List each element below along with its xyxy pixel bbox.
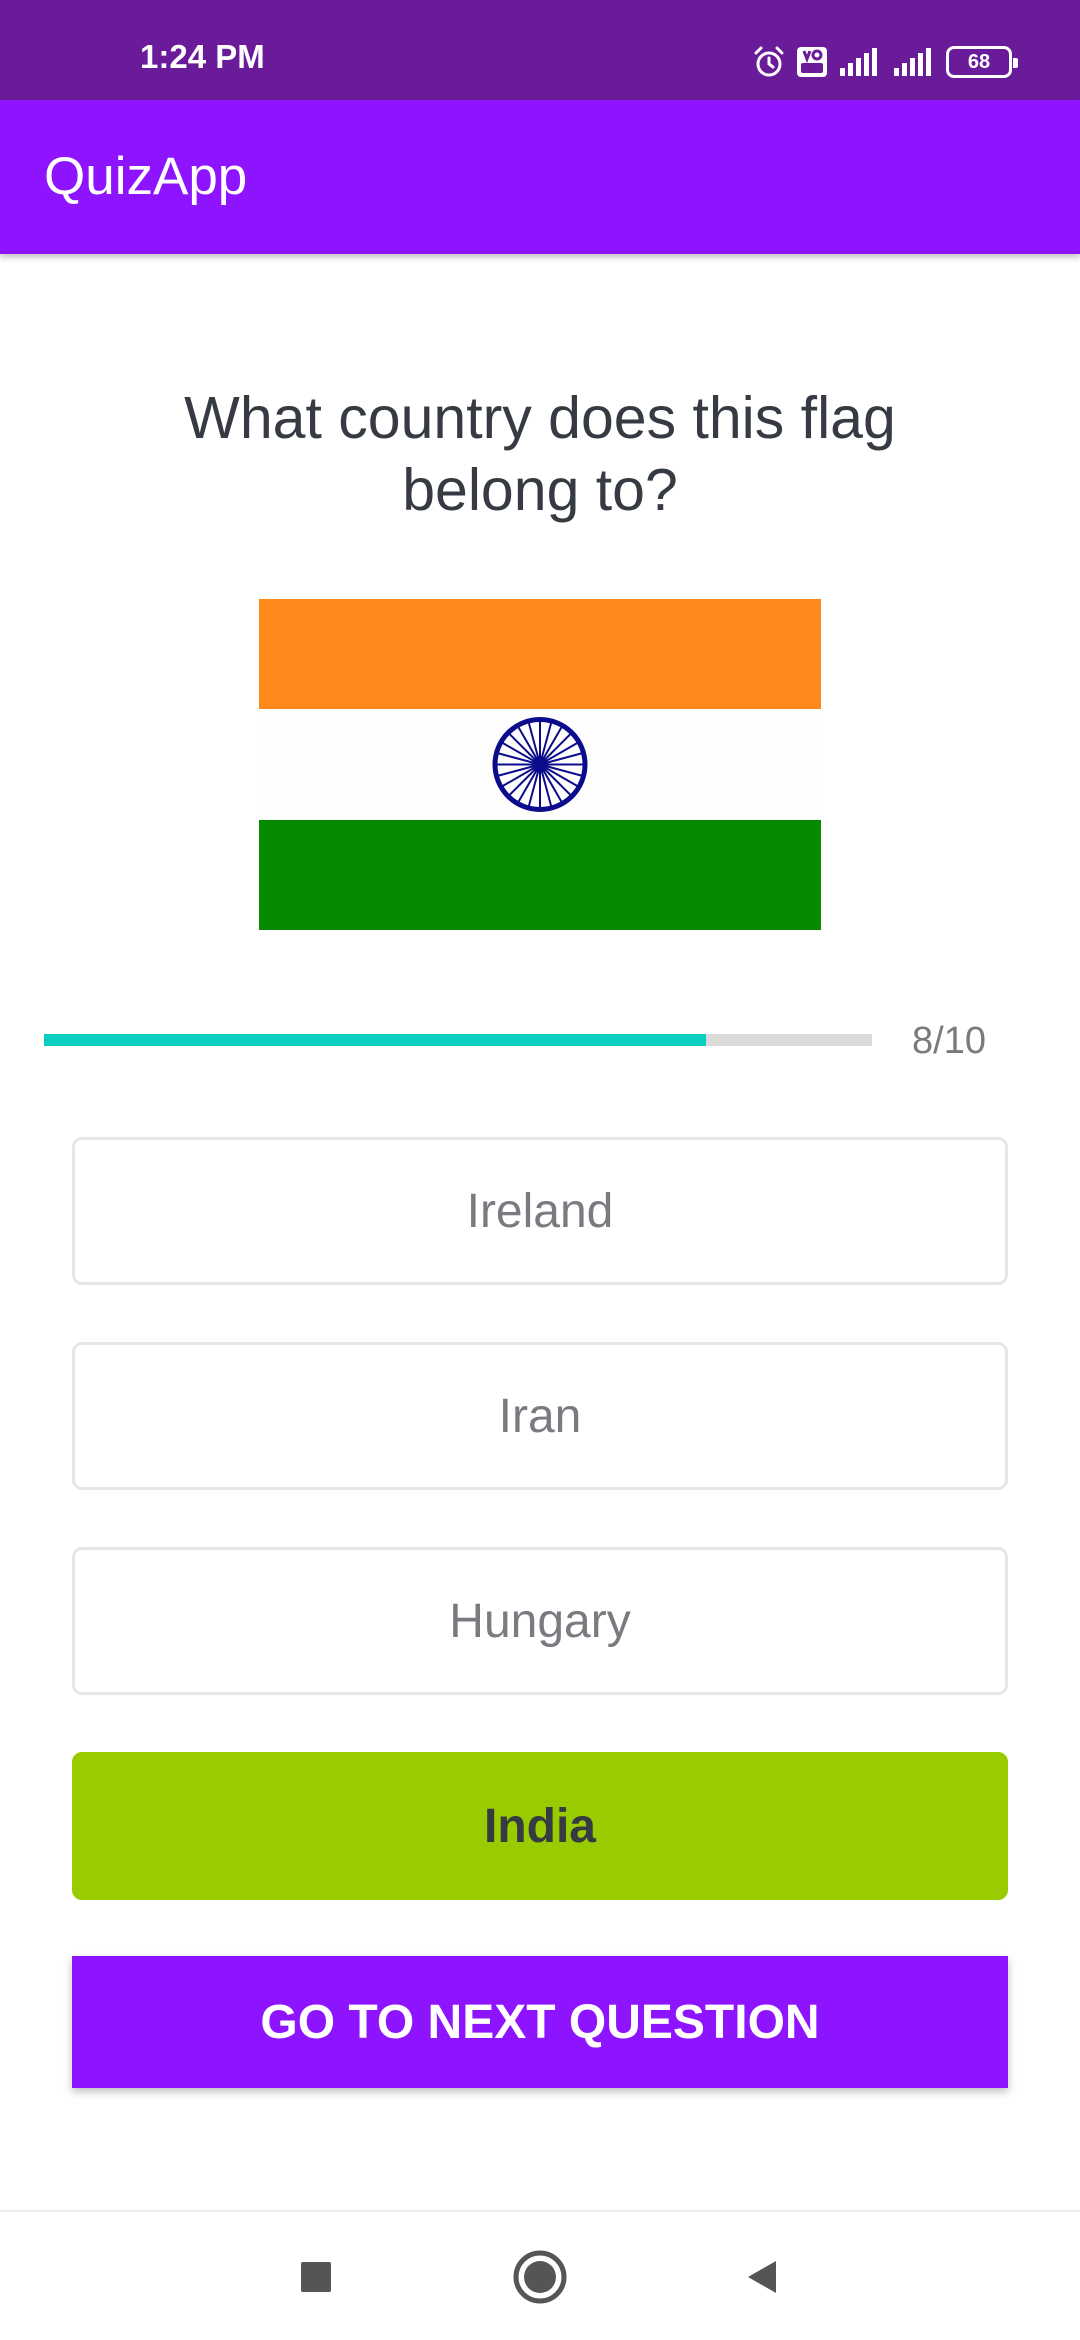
question-text: What country does this flag belong to? xyxy=(184,385,896,523)
status-icons: 68 xyxy=(752,44,1018,80)
app-title: QuizApp xyxy=(44,147,248,206)
option-2-button[interactable]: Iran xyxy=(72,1342,1008,1490)
battery-icon: 68 xyxy=(946,46,1018,78)
progress-text: 8/10 xyxy=(912,1020,986,1062)
home-button[interactable] xyxy=(480,2212,600,2340)
progress-fill xyxy=(44,1034,707,1046)
next-question-label: GO TO NEXT QUESTION xyxy=(260,1995,820,2049)
option-1-label: Ireland xyxy=(466,1184,614,1238)
option-4-button[interactable]: India xyxy=(72,1752,1008,1900)
option-3-label: Hungary xyxy=(449,1594,631,1648)
next-question-button[interactable]: GO TO NEXT QUESTION xyxy=(72,1956,1008,2088)
back-button[interactable] xyxy=(702,2212,822,2340)
india-flag-icon xyxy=(259,599,821,930)
navigation-bar xyxy=(0,2210,1080,2340)
battery-level: 68 xyxy=(967,51,991,73)
app-bar: QuizApp xyxy=(0,100,1080,254)
alarm-icon xyxy=(752,45,786,79)
option-1-button[interactable]: Ireland xyxy=(72,1137,1008,1285)
signal-icon-2 xyxy=(892,46,936,78)
home-circle-icon xyxy=(513,2250,567,2304)
flag-image xyxy=(259,599,821,930)
volte-icon xyxy=(796,46,828,78)
progress-bar xyxy=(44,1034,872,1046)
option-3-button[interactable]: Hungary xyxy=(72,1547,1008,1695)
recents-button[interactable] xyxy=(256,2212,376,2340)
recents-square-icon xyxy=(301,2262,331,2292)
option-4-label: India xyxy=(483,1799,596,1853)
back-triangle-icon xyxy=(748,2261,776,2293)
option-2-label: Iran xyxy=(498,1389,582,1443)
signal-icon xyxy=(838,46,882,78)
status-bar: 1:24 PM 68 xyxy=(0,0,1080,100)
status-time: 1:24 PM xyxy=(140,38,265,75)
